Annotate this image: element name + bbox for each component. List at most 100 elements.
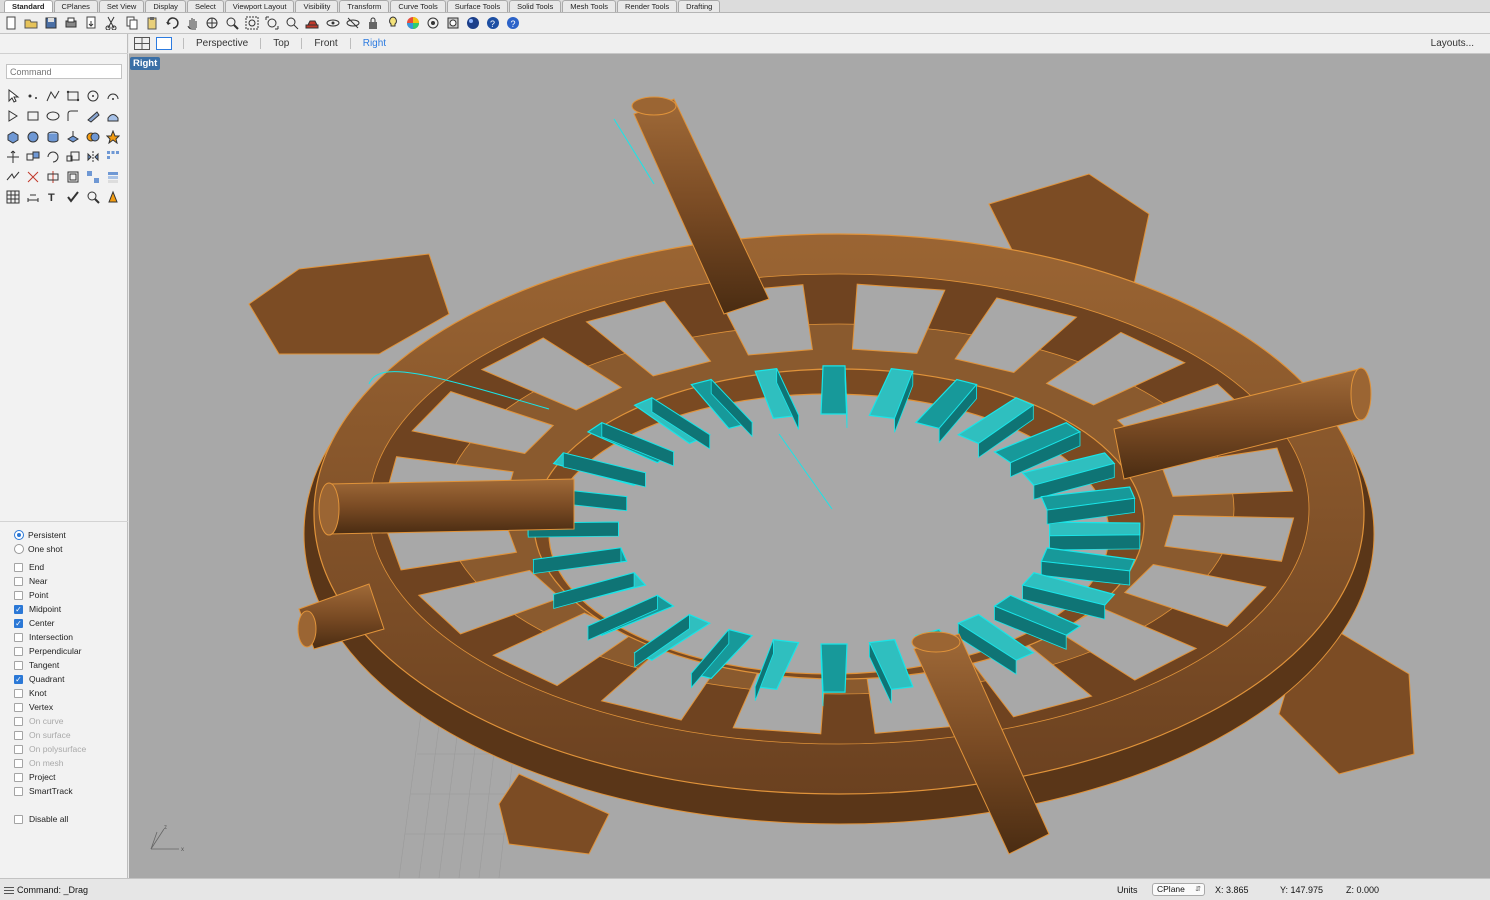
- sphere-icon[interactable]: [23, 127, 43, 147]
- render-icon[interactable]: ?: [485, 15, 501, 31]
- osnap-project[interactable]: Project: [14, 770, 126, 784]
- move-icon[interactable]: [3, 147, 23, 167]
- tab-drafting[interactable]: Drafting: [678, 0, 721, 12]
- single-viewport-icon[interactable]: [155, 37, 173, 51]
- box-icon[interactable]: [3, 127, 23, 147]
- circle-icon[interactable]: [83, 86, 103, 106]
- osnap-tangent[interactable]: Tangent: [14, 658, 126, 672]
- join-icon[interactable]: [3, 167, 23, 187]
- zoom-extents-icon[interactable]: [264, 15, 280, 31]
- new-icon[interactable]: [3, 15, 19, 31]
- show-icon[interactable]: [345, 15, 361, 31]
- zoom-selected-icon[interactable]: [284, 15, 300, 31]
- tab-transform[interactable]: Transform: [339, 0, 390, 12]
- osnap-checkbox[interactable]: ✓: [14, 674, 23, 684]
- dimension-icon[interactable]: [23, 187, 43, 207]
- tab-set-view[interactable]: Set View: [98, 0, 145, 12]
- polygon-icon[interactable]: [3, 106, 23, 126]
- command-history-icon[interactable]: [4, 886, 14, 894]
- layer-icon[interactable]: [103, 167, 123, 187]
- car-icon[interactable]: [304, 15, 320, 31]
- tab-solid-tools[interactable]: Solid Tools: [509, 0, 562, 12]
- osnap-checkbox[interactable]: ✓: [14, 618, 23, 628]
- osnap-checkbox[interactable]: ✓: [14, 604, 23, 614]
- tab-mesh-tools[interactable]: Mesh Tools: [562, 0, 617, 12]
- cylinder-icon[interactable]: [43, 127, 63, 147]
- open-icon[interactable]: [23, 15, 39, 31]
- undo-icon[interactable]: [164, 15, 180, 31]
- check-icon[interactable]: [63, 187, 83, 207]
- explode-icon[interactable]: [103, 127, 123, 147]
- osnap-checkbox[interactable]: [14, 702, 23, 712]
- copy-icon[interactable]: [124, 15, 140, 31]
- sweep-icon[interactable]: [83, 106, 103, 126]
- rotate-icon[interactable]: [43, 147, 63, 167]
- tab-visibility[interactable]: Visibility: [295, 0, 339, 12]
- osnap-center[interactable]: ✓ Center: [14, 616, 126, 630]
- osnap-checkbox[interactable]: [14, 772, 23, 782]
- osnap-checkbox[interactable]: [14, 590, 23, 600]
- tab-cplanes[interactable]: CPlanes: [53, 0, 98, 12]
- osnap-checkbox[interactable]: [14, 632, 23, 642]
- tab-viewport-layout[interactable]: Viewport Layout: [224, 0, 295, 12]
- print-icon[interactable]: [63, 15, 79, 31]
- rectangle-icon[interactable]: [23, 106, 43, 126]
- tab-select[interactable]: Select: [186, 0, 224, 12]
- tab-surface-tools[interactable]: Surface Tools: [446, 0, 509, 12]
- persistent-radio[interactable]: Persistent: [14, 528, 126, 542]
- surface-icon[interactable]: [103, 106, 123, 126]
- polyline-icon[interactable]: [43, 86, 63, 106]
- osnap-checkbox[interactable]: [14, 786, 23, 796]
- offset-icon[interactable]: [63, 167, 83, 187]
- units-label[interactable]: Units: [1117, 885, 1138, 895]
- viewport-tab-front[interactable]: Front: [301, 38, 349, 49]
- group-icon[interactable]: [83, 167, 103, 187]
- pan-icon[interactable]: [184, 15, 200, 31]
- osnap-midpoint[interactable]: ✓ Midpoint: [14, 602, 126, 616]
- split-icon[interactable]: [43, 167, 63, 187]
- render-tool-icon[interactable]: [103, 187, 123, 207]
- zoom-icon[interactable]: [224, 15, 240, 31]
- boolean-icon[interactable]: [83, 127, 103, 147]
- osnap-knot[interactable]: Knot: [14, 686, 126, 700]
- viewport-tab-right[interactable]: Right: [349, 38, 398, 49]
- arc-icon[interactable]: [103, 86, 123, 106]
- copy-tool-icon[interactable]: [23, 147, 43, 167]
- right-viewport[interactable]: x z Right: [129, 54, 1490, 878]
- osnap-checkbox[interactable]: [14, 688, 23, 698]
- osnap-vertex[interactable]: Vertex: [14, 700, 126, 714]
- paste-icon[interactable]: [144, 15, 160, 31]
- disable-all-option[interactable]: Disable all: [14, 812, 126, 826]
- zoom-window-icon[interactable]: [244, 15, 260, 31]
- four-viewports-icon[interactable]: [133, 37, 151, 51]
- osnap-checkbox[interactable]: [14, 576, 23, 586]
- grid-icon[interactable]: [425, 15, 441, 31]
- import-icon[interactable]: [83, 15, 99, 31]
- color-wheel-icon[interactable]: [405, 15, 421, 31]
- grid-tool-icon[interactable]: [3, 187, 23, 207]
- tab-display[interactable]: Display: [145, 0, 186, 12]
- osnap-end[interactable]: End: [14, 560, 126, 574]
- command-input[interactable]: [6, 64, 122, 79]
- lock-icon[interactable]: [365, 15, 381, 31]
- persistent-radio-button[interactable]: [14, 530, 24, 540]
- select-icon[interactable]: [3, 86, 23, 106]
- help-icon[interactable]: ?: [505, 15, 521, 31]
- one-shot-radio[interactable]: One shot: [14, 542, 126, 556]
- curve-icon[interactable]: [63, 86, 83, 106]
- rendered-icon[interactable]: [465, 15, 481, 31]
- tab-standard[interactable]: Standard: [4, 0, 53, 12]
- osnap-perpendicular[interactable]: Perpendicular: [14, 644, 126, 658]
- viewport-tab-perspective[interactable]: Perspective: [183, 38, 260, 49]
- light-icon[interactable]: [385, 15, 401, 31]
- tab-curve-tools[interactable]: Curve Tools: [390, 0, 446, 12]
- osnap-point[interactable]: Point: [14, 588, 126, 602]
- layouts-button[interactable]: Layouts...: [1431, 38, 1474, 49]
- one-shot-radio-button[interactable]: [14, 544, 24, 554]
- scale-icon[interactable]: [63, 147, 83, 167]
- osnap-checkbox[interactable]: [14, 562, 23, 572]
- trim-icon[interactable]: [23, 167, 43, 187]
- ellipse-icon[interactable]: [43, 106, 63, 126]
- hide-icon[interactable]: [325, 15, 341, 31]
- fillet-curve-icon[interactable]: [63, 106, 83, 126]
